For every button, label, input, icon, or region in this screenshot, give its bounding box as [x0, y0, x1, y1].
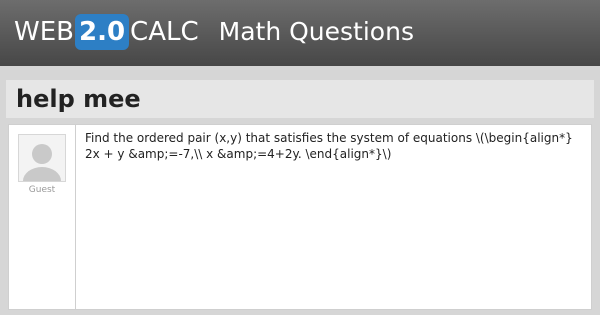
page-title: help mee: [16, 85, 141, 113]
author-name: Guest: [28, 185, 56, 195]
question-body: Find the ordered pair (x,y) that satisfi…: [85, 131, 573, 161]
user-avatar-icon: [18, 134, 66, 182]
question-post: Guest Find the ordered pair (x,y) that s…: [8, 124, 592, 310]
logo-suffix: CALC: [130, 17, 199, 47]
logo-version-badge: 2.0: [74, 14, 130, 50]
site-logo[interactable]: WEB 2.0 CALC Math Questions: [14, 14, 414, 50]
author-panel: Guest: [9, 125, 76, 309]
header-bar: WEB 2.0 CALC Math Questions: [0, 0, 600, 66]
logo-prefix: WEB: [14, 17, 74, 47]
section-title-link[interactable]: Math Questions: [219, 14, 414, 50]
question-title-bar: help mee: [6, 80, 594, 118]
